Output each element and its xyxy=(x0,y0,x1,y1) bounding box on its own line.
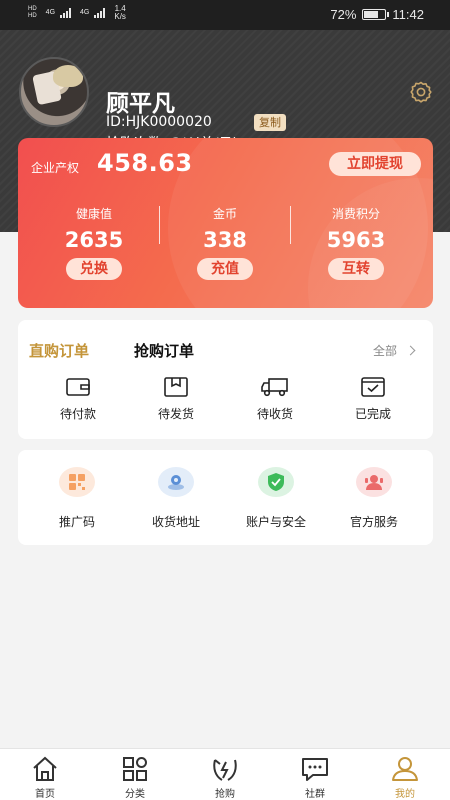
stat-value: 2635 xyxy=(64,228,124,252)
settings-gear-icon[interactable] xyxy=(409,80,433,104)
signal1-label: 4G xyxy=(45,9,56,16)
service-label: 账户与安全 xyxy=(245,515,306,529)
stat-value: 338 xyxy=(203,228,247,252)
transfer-button[interactable]: 互转 xyxy=(328,258,384,280)
promo-code-icon xyxy=(59,467,95,497)
nav-flash-sale[interactable]: 抢购 xyxy=(195,754,255,800)
nav-community[interactable]: 社群 xyxy=(285,754,345,800)
recharge-button[interactable]: 充值 xyxy=(197,258,253,280)
stat-health: 健康值 2635 兑换 xyxy=(34,205,154,280)
package-icon xyxy=(164,377,188,397)
view-all-label: 全部 xyxy=(373,344,398,358)
tab-flash-orders[interactable]: 抢购订单 xyxy=(134,340,194,361)
stat-label: 消费积分 xyxy=(331,207,380,221)
status-right: 72% 11:42 xyxy=(330,7,424,22)
nav-label: 我的 xyxy=(395,789,415,800)
nav-profile[interactable]: 我的 xyxy=(375,754,435,800)
tab-direct-orders[interactable]: 直购订单 xyxy=(29,340,89,361)
orders-card: 直购订单 抢购订单 全部 待付款 待发货 待收货 已完成 xyxy=(18,320,433,439)
service-promo-code[interactable]: 推广码 xyxy=(29,467,125,530)
service-label: 推广码 xyxy=(58,515,95,529)
wallet-icon xyxy=(66,378,90,396)
view-all-orders-link[interactable]: 全部 xyxy=(373,342,416,359)
service-label: 官方服务 xyxy=(349,515,398,529)
nav-category[interactable]: 分类 xyxy=(105,754,165,800)
user-id: ID:HJK0000020 xyxy=(106,114,212,130)
nav-label: 分类 xyxy=(125,789,145,800)
service-account-security[interactable]: 账户与安全 xyxy=(228,467,324,530)
home-icon xyxy=(33,756,57,781)
flash-sale-icon xyxy=(213,759,237,781)
truck-icon xyxy=(261,378,288,397)
order-label: 待发货 xyxy=(157,407,194,421)
nav-home[interactable]: 首页 xyxy=(15,754,75,800)
order-completed[interactable]: 已完成 xyxy=(333,376,413,422)
withdraw-button[interactable]: 立即提现 xyxy=(329,152,421,176)
services-card: 推广码 收货地址 账户与安全 官方服务 xyxy=(18,450,433,545)
order-pending-receipt[interactable]: 待收货 xyxy=(235,376,315,422)
sim-indicator: HD HD xyxy=(28,6,37,20)
bottom-nav: 首页 分类 抢购 社群 我的 xyxy=(0,748,450,800)
net-speed-unit: K/s xyxy=(114,12,126,21)
service-official[interactable]: 官方服务 xyxy=(326,467,422,530)
location-icon xyxy=(158,467,194,497)
equity-value: 458.63 xyxy=(97,149,193,177)
status-bar: HD HD 4G 4G 1.4 K/s 72% 11:42 xyxy=(0,0,450,30)
community-icon xyxy=(302,758,328,781)
battery-percent: 72% xyxy=(330,7,357,22)
clock: 11:42 xyxy=(392,7,424,22)
completed-icon xyxy=(361,377,385,397)
order-label: 待付款 xyxy=(59,407,96,421)
nav-label: 抢购 xyxy=(215,789,235,800)
signal2-label: 4G xyxy=(80,9,90,16)
order-pending-payment[interactable]: 待付款 xyxy=(38,376,118,422)
sim1-label: HD xyxy=(28,6,37,12)
nav-label: 社群 xyxy=(305,789,325,800)
status-left: HD HD 4G 4G 1.4 K/s xyxy=(28,5,126,21)
signal-icon xyxy=(60,8,72,18)
stat-value: 5963 xyxy=(326,228,386,252)
stat-coins: 金币 338 充值 xyxy=(165,205,285,280)
order-label: 已完成 xyxy=(354,407,391,421)
shield-icon xyxy=(258,467,294,497)
equity-label: 企业产权 xyxy=(31,161,80,175)
service-icon xyxy=(356,467,392,497)
avatar[interactable] xyxy=(19,57,89,127)
net-speed: 1.4 K/s xyxy=(114,5,126,21)
service-label: 收货地址 xyxy=(151,515,200,529)
category-icon xyxy=(123,757,147,781)
divider xyxy=(290,206,291,244)
copy-id-button[interactable]: 复制 xyxy=(254,114,286,131)
order-pending-shipment[interactable]: 待发货 xyxy=(136,376,216,422)
asset-card: 企业产权 458.63 立即提现 健康值 2635 兑换 金币 338 充值 消… xyxy=(18,138,433,308)
profile-icon xyxy=(392,757,418,781)
exchange-button[interactable]: 兑换 xyxy=(66,258,122,280)
stat-points: 消费积分 5963 互转 xyxy=(296,205,416,280)
stat-label: 金币 xyxy=(212,207,237,221)
chevron-right-icon xyxy=(405,345,416,356)
divider xyxy=(159,206,160,244)
battery-icon xyxy=(362,9,390,20)
signal-icon xyxy=(94,8,106,18)
user-name: 顾平凡 xyxy=(106,91,175,117)
sim2-label: HD xyxy=(28,13,37,19)
nav-label: 首页 xyxy=(35,789,55,800)
service-address[interactable]: 收货地址 xyxy=(128,467,224,530)
battery-fill xyxy=(364,11,379,18)
order-label: 待收货 xyxy=(256,407,293,421)
stat-label: 健康值 xyxy=(75,207,112,221)
